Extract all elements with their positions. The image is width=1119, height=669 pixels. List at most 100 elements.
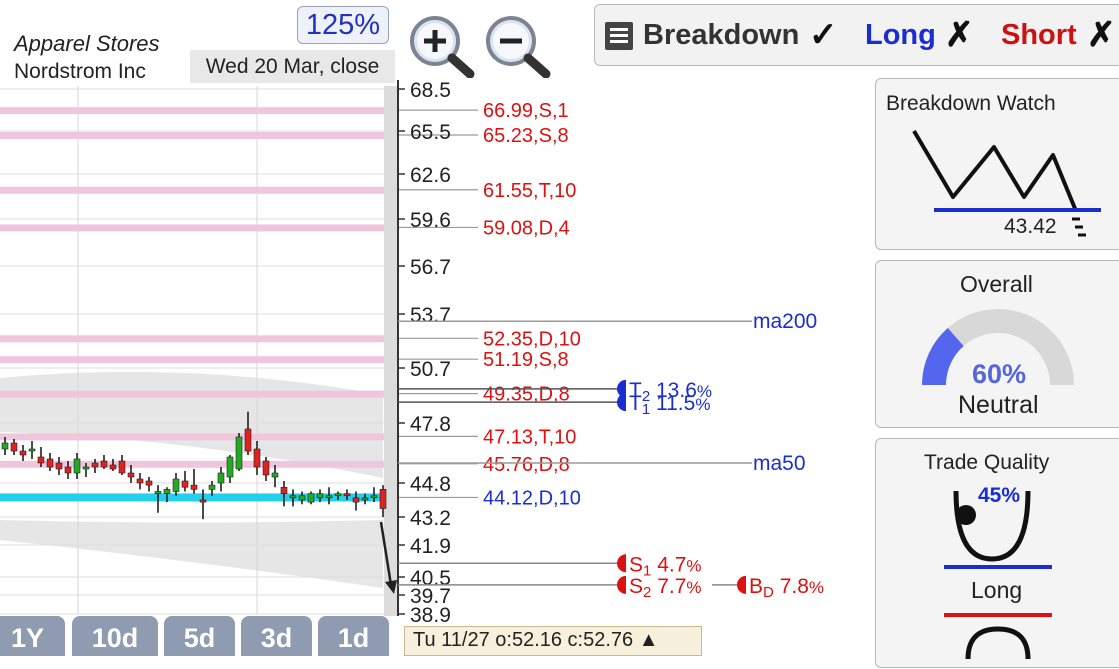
candle [289, 489, 297, 507]
resistance-band-1 [0, 132, 384, 140]
candle [226, 455, 234, 483]
candle-body [82, 466, 90, 470]
level-label: 59.08,D,4 [483, 217, 570, 239]
level-label: 51.19,S,8 [483, 349, 569, 371]
candle-body [262, 460, 270, 476]
short-tab[interactable]: Short [1001, 19, 1077, 52]
industry-label: Apparel Stores [14, 31, 160, 56]
candle [298, 491, 306, 505]
zoom-level[interactable]: 125% [297, 6, 389, 44]
y-tick-label: 65.5 [410, 121, 451, 144]
candle-body [199, 499, 207, 503]
stop-marker-2: S2 7.7% [617, 575, 702, 601]
candle [28, 441, 36, 459]
candle-body [55, 462, 63, 470]
level-label: 44.12,D,10 [483, 487, 581, 509]
zoom-in-icon[interactable] [408, 14, 476, 78]
candle [307, 491, 315, 505]
y-tick-label: 41.9 [410, 535, 451, 558]
breakdown-tab[interactable]: Breakdown [643, 19, 799, 52]
breakdown-target-marker: BD 7.8% [737, 575, 824, 601]
resistance-band-3 [0, 224, 384, 232]
level-label: 66.99,S,1 [483, 100, 569, 122]
breakdown-watch-panel[interactable]: Breakdown Watch 43.42 [875, 78, 1119, 250]
candle [46, 453, 54, 471]
y-tick-label: 56.7 [410, 256, 451, 279]
candle-body [100, 460, 108, 468]
breakdown-level: 43.42 [1004, 215, 1057, 238]
menu-icon[interactable] [605, 22, 633, 50]
overall-panel[interactable]: Overall 60% Neutral [875, 260, 1119, 428]
ma-label: ma50 [753, 452, 806, 475]
breakdown-target-marker-label: BD 7.8% [749, 575, 824, 601]
trade-quality-panel[interactable]: Trade Quality 45% Long [875, 438, 1119, 668]
period-button-1y[interactable]: 1Y [0, 616, 65, 656]
level-label: 47.13,T,10 [483, 426, 576, 448]
candle-body [325, 495, 333, 499]
level-label: 61.55,T,10 [483, 180, 576, 202]
candle-body [343, 493, 351, 497]
zoom-out-icon[interactable] [484, 14, 552, 78]
resistance-band-4 [0, 335, 384, 343]
candle-body [136, 478, 144, 484]
level-label: 45.76,D,8 [483, 454, 570, 476]
y-tick-label: 62.6 [410, 164, 451, 187]
candle [181, 471, 189, 492]
candle-body [181, 480, 189, 488]
candle [271, 465, 279, 488]
candle-body [19, 450, 27, 456]
candle-body [172, 478, 180, 492]
y-tick-label: 44.8 [410, 473, 451, 496]
candle [136, 473, 144, 490]
candle-body [244, 428, 252, 452]
period-button-10d[interactable]: 10d [72, 616, 158, 656]
period-button-1d[interactable]: 1d [318, 616, 389, 656]
candle-body [379, 489, 387, 509]
candle [280, 481, 288, 507]
candle-body [154, 491, 162, 494]
level-label: 65.23,S,8 [483, 125, 569, 147]
candle [118, 455, 126, 475]
candle-body [352, 497, 360, 503]
target-marker-2-icon [617, 393, 626, 412]
company-name: Nordstrom Inc [14, 60, 146, 83]
candle-body [127, 472, 135, 478]
candle-body [208, 484, 216, 490]
ma-label: ma200 [753, 310, 817, 333]
quote-readout: Tu 11/27 o:52.16 c:52.76 ▲ [404, 626, 702, 656]
candle-body [370, 495, 378, 499]
candle-body [73, 458, 81, 474]
period-button-3d[interactable]: 3d [241, 616, 312, 656]
candle [235, 433, 243, 471]
candle [19, 445, 27, 461]
candle-body [271, 472, 279, 478]
resistance-band-5 [0, 356, 384, 364]
price-chart[interactable]: 66.99,S,1 65.23,S,8 61.55,T,10 59.08,D,4 52.… [0, 0, 860, 647]
target-marker-2: T1 11.5% [617, 392, 710, 418]
trade-quality-percent: 45% [978, 484, 1021, 507]
candle-body [289, 495, 297, 499]
long-cross-icon: ✗ [945, 16, 974, 54]
candle [145, 477, 153, 492]
y-tick-label: 43.2 [410, 507, 451, 530]
candle [262, 457, 270, 481]
resistance-band-6 [0, 390, 384, 398]
signal-toolbar: Breakdown ✓ Long ✗ Short ✗ [594, 4, 1119, 66]
y-tick-label: 50.7 [410, 358, 451, 381]
candle-body [10, 442, 18, 452]
overall-rating: Neutral [958, 391, 1039, 419]
candle-body [109, 464, 117, 470]
date-label: Wed 20 Mar, close [190, 50, 395, 83]
resistance-band-7 [0, 433, 384, 441]
y-tick-label: 59.6 [410, 209, 451, 232]
candle-body [253, 448, 261, 468]
candle-body [226, 456, 234, 478]
candle-body [37, 456, 45, 464]
candle [217, 467, 225, 492]
resistance-band-2 [0, 186, 384, 194]
period-button-5d[interactable]: 5d [164, 616, 235, 656]
chart-scroll-strip [384, 86, 398, 616]
candle [172, 473, 180, 496]
long-tab[interactable]: Long [865, 19, 936, 52]
candle-body [217, 472, 225, 484]
